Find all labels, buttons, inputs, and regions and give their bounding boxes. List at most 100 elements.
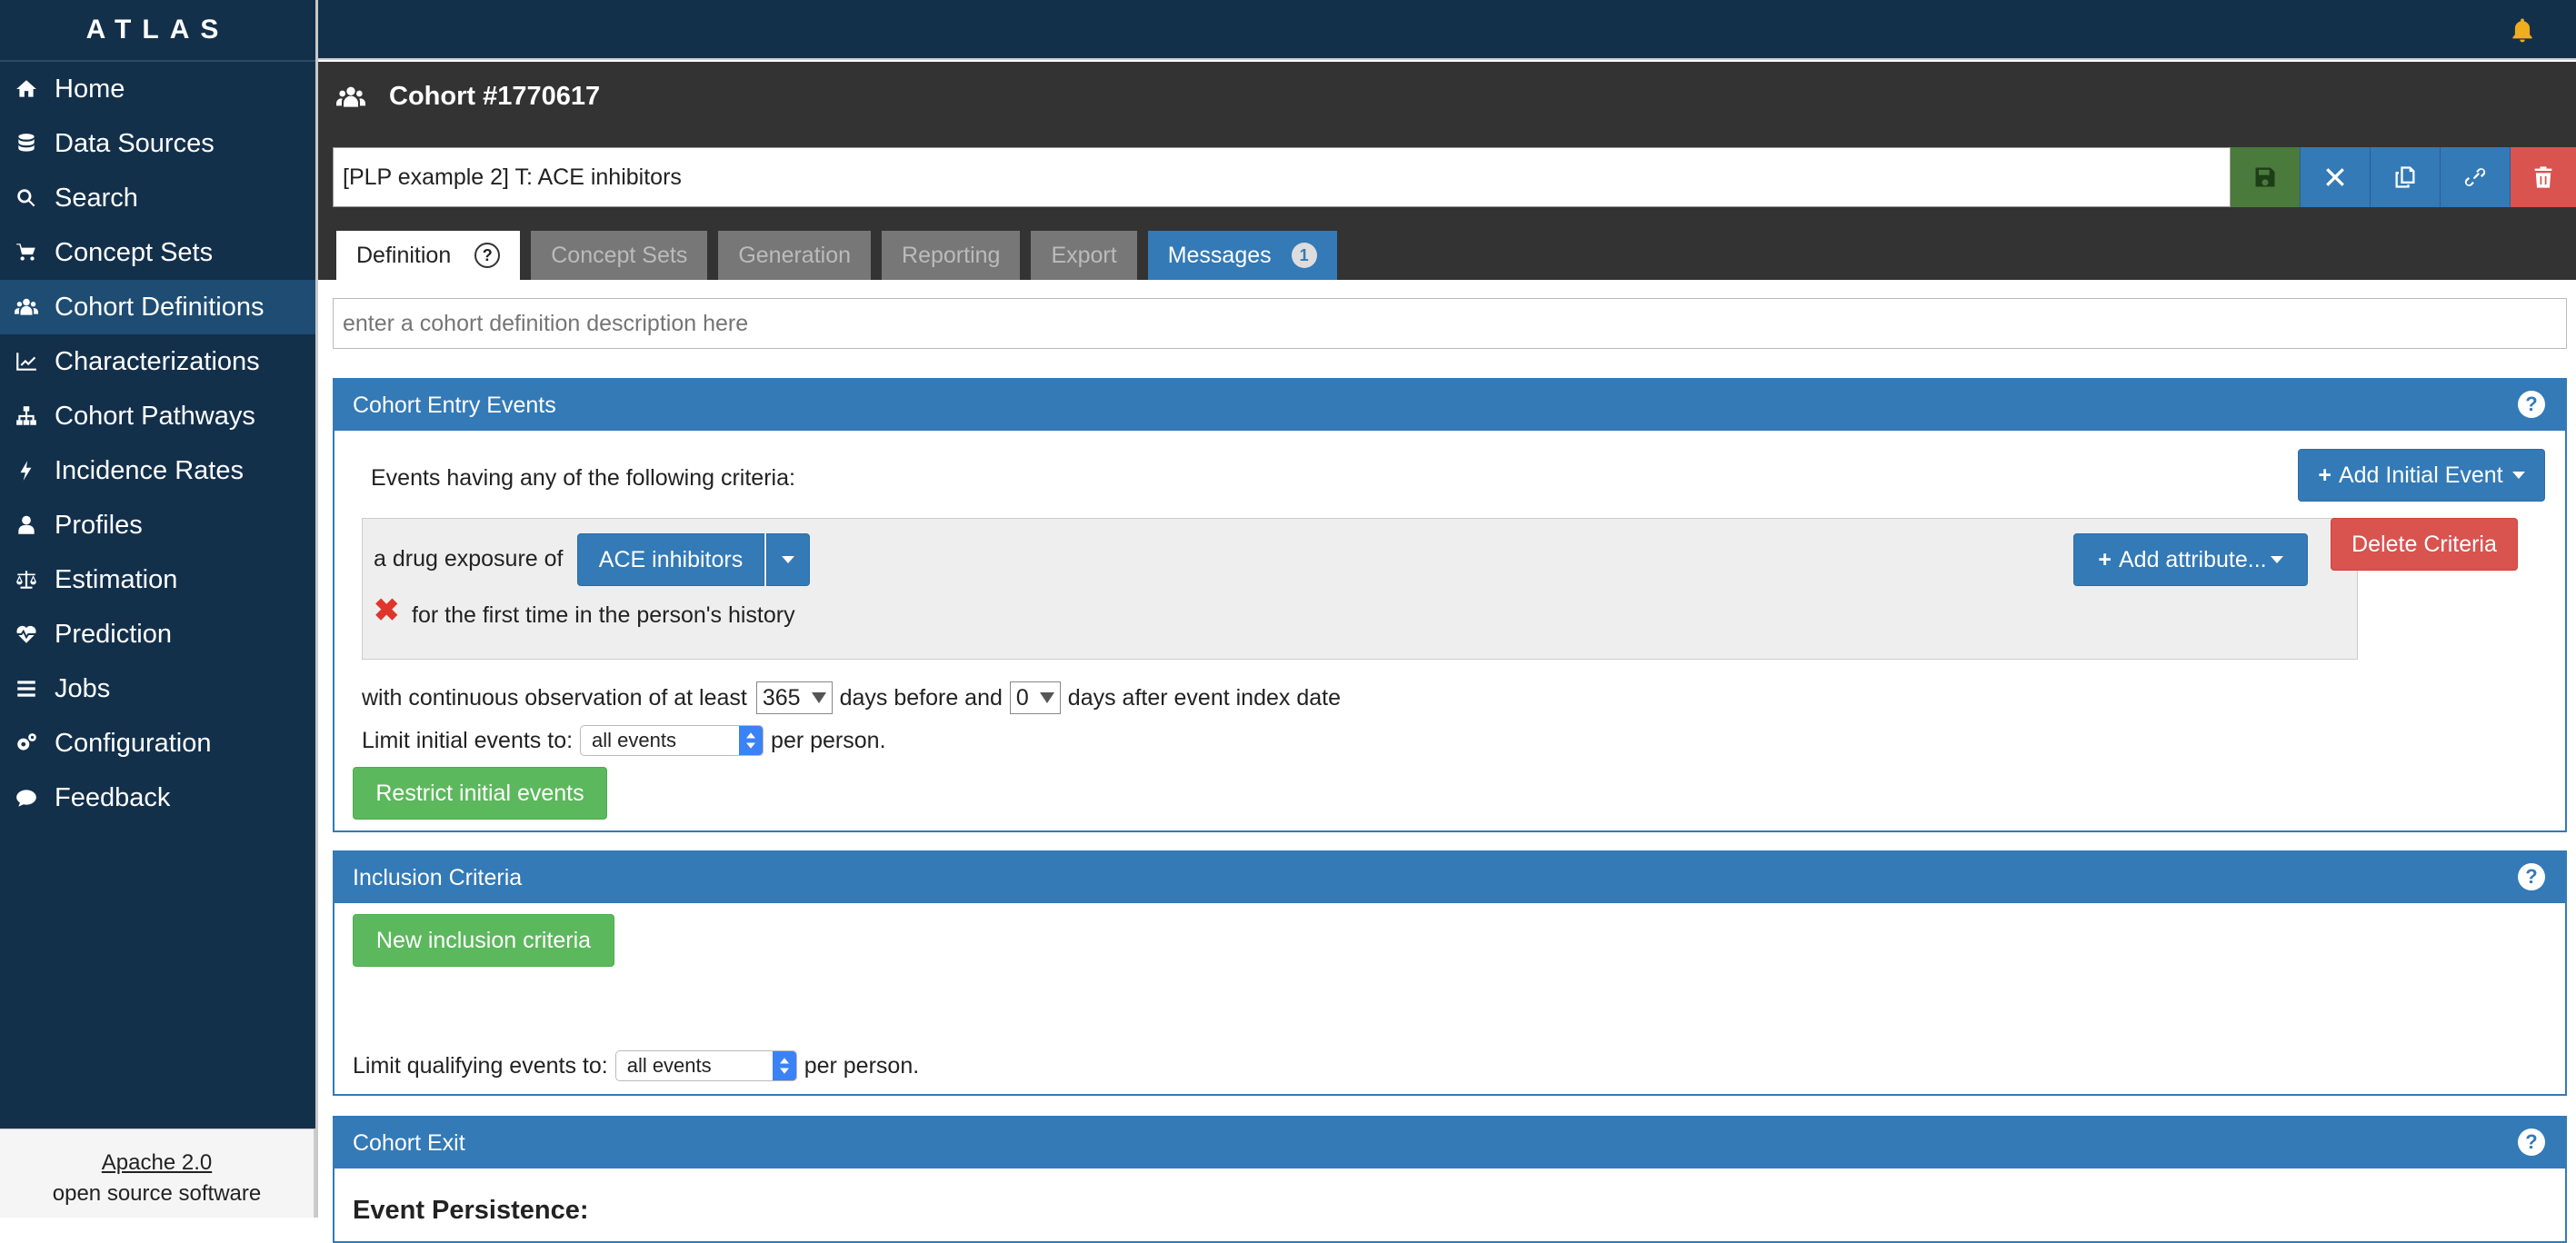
link-button[interactable] — [2441, 147, 2511, 207]
sidebar-item-configuration[interactable]: Configuration — [0, 716, 315, 771]
sidebar-item-estimation[interactable]: Estimation — [0, 552, 315, 607]
observation-text-3: days after event index date — [1067, 684, 1341, 711]
cohort-toolbar — [2231, 147, 2576, 207]
sidebar-item-home[interactable]: Home — [0, 62, 315, 116]
sidebar-item-incidence-rates[interactable]: Incidence Rates — [0, 443, 315, 498]
cohort-name-input[interactable] — [333, 147, 2231, 207]
sidebar-item-label: Search — [55, 183, 138, 213]
bell-icon[interactable] — [2509, 16, 2536, 44]
tab-label: Definition — [356, 242, 452, 268]
line-chart-icon — [13, 348, 40, 375]
sidebar-item-label: Cohort Pathways — [55, 401, 255, 431]
tab-label: Messages — [1167, 242, 1272, 268]
cohort-entry-events-panel: Cohort Entry Events ? Events having any … — [333, 378, 2567, 832]
tab-messages[interactable]: Messages 1 — [1147, 231, 1337, 280]
tab-export[interactable]: Export — [1031, 231, 1137, 280]
help-icon[interactable]: ? — [2518, 863, 2545, 890]
sidebar-item-label: Incidence Rates — [55, 455, 244, 485]
event-persistence-heading: Event Persistence: — [353, 1196, 589, 1225]
criteria-modifier: for the first time in the person's histo… — [412, 602, 795, 628]
page-title-text: Cohort #1770617 — [389, 82, 601, 111]
copy-button[interactable] — [2371, 147, 2441, 207]
sidebar-item-label: Feedback — [55, 782, 171, 812]
close-icon — [2326, 168, 2344, 186]
limit-initial-events-row: Limit initial events to: all events per … — [362, 725, 886, 756]
tab-label: Generation — [738, 242, 852, 268]
cohort-exit-panel: Cohort Exit ? Event Persistence: — [333, 1116, 2567, 1243]
bolt-icon — [13, 457, 40, 484]
select-value: 365 — [762, 684, 801, 711]
tab-generation[interactable]: Generation — [718, 231, 872, 280]
restrict-initial-events-button[interactable]: Restrict initial events — [353, 767, 607, 820]
remove-modifier-icon[interactable]: ✖ — [374, 595, 400, 626]
button-label: Add attribute... — [2119, 546, 2267, 572]
copy-icon — [2395, 166, 2415, 188]
sidebar-item-cohort-pathways[interactable]: Cohort Pathways — [0, 389, 315, 443]
save-icon — [2255, 167, 2275, 187]
heartbeat-icon — [13, 621, 40, 648]
users-icon — [336, 86, 365, 107]
delete-criteria-button[interactable]: Delete Criteria — [2331, 518, 2518, 571]
sidebar-item-label: Configuration — [55, 728, 212, 758]
balance-scale-icon — [13, 566, 40, 593]
sidebar-item-data-sources[interactable]: Data Sources — [0, 116, 315, 171]
sidebar-item-search[interactable]: Search — [0, 171, 315, 225]
cohort-tabs: Definition ? Concept Sets Generation Rep… — [336, 231, 1348, 280]
caret-down-icon — [782, 556, 794, 563]
sidebar-item-prediction[interactable]: Prediction — [0, 607, 315, 661]
users-icon — [13, 293, 40, 321]
sidebar-item-jobs[interactable]: Jobs — [0, 661, 315, 716]
caret-down-icon — [2270, 556, 2283, 563]
add-attribute-button[interactable]: + Add attribute... — [2073, 533, 2308, 586]
concept-set-button[interactable]: ACE inhibitors — [577, 533, 764, 586]
description-input[interactable] — [333, 298, 2567, 349]
messages-count-badge: 1 — [1291, 243, 1317, 268]
sidebar-item-feedback[interactable]: Feedback — [0, 771, 315, 825]
limit-qualifying-events-select[interactable]: all events — [614, 1050, 797, 1081]
limit-label: Limit qualifying events to: — [353, 1052, 608, 1079]
save-button[interactable] — [2231, 147, 2301, 207]
panel-header: Cohort Entry Events ? — [334, 380, 2565, 431]
select-value: 0 — [1015, 684, 1029, 711]
sidebar-item-profiles[interactable]: Profiles — [0, 498, 315, 552]
sidebar-item-cohort-definitions[interactable]: Cohort Definitions — [0, 280, 315, 334]
sidebar-item-label: Concept Sets — [55, 237, 214, 267]
tab-definition[interactable]: Definition ? — [336, 231, 521, 280]
panel-title: Inclusion Criteria — [353, 864, 523, 890]
link-icon — [2464, 168, 2486, 186]
database-icon — [13, 130, 40, 157]
add-initial-event-button[interactable]: + Add Initial Event — [2298, 449, 2545, 502]
criteria-box: a drug exposure of ACE inhibitors ✖ for … — [362, 518, 2358, 660]
new-inclusion-criteria-button[interactable]: New inclusion criteria — [353, 914, 614, 967]
post-days-select[interactable]: 0 — [1009, 681, 1061, 714]
caret-down-icon — [2511, 472, 2525, 479]
panel-header: Inclusion Criteria ? — [334, 852, 2565, 903]
help-icon[interactable]: ? — [2518, 1129, 2545, 1156]
sidebar-item-label: Cohort Definitions — [55, 292, 265, 322]
delete-button[interactable] — [2511, 147, 2576, 207]
tab-label: Concept Sets — [551, 242, 688, 268]
caret-down-icon — [1039, 692, 1054, 703]
tab-concept-sets[interactable]: Concept Sets — [531, 231, 708, 280]
help-icon[interactable]: ? — [2518, 391, 2545, 418]
select-value: all events — [592, 729, 676, 751]
sidebar-nav: Home Data Sources Search Concept Sets Co… — [0, 62, 315, 825]
sidebar-item-concept-sets[interactable]: Concept Sets — [0, 225, 315, 280]
question-circle-icon[interactable]: ? — [474, 243, 501, 268]
button-label: Add Initial Event — [2338, 462, 2503, 488]
license-link[interactable]: Apache 2.0 — [102, 1150, 212, 1175]
sidebar-item-characterizations[interactable]: Characterizations — [0, 334, 315, 389]
limit-initial-events-select[interactable]: all events — [580, 725, 764, 756]
sitemap-icon — [13, 403, 40, 430]
tab-label: Reporting — [902, 242, 1001, 268]
concept-set-dropdown[interactable] — [766, 533, 810, 586]
tab-reporting[interactable]: Reporting — [882, 231, 1021, 280]
observation-window-row: with continuous observation of at least … — [362, 681, 1341, 714]
prior-days-select[interactable]: 365 — [755, 681, 833, 714]
list-icon — [13, 675, 40, 702]
close-button[interactable] — [2301, 147, 2371, 207]
app-brand[interactable]: ATLAS — [0, 0, 315, 62]
panel-title: Cohort Entry Events — [353, 392, 556, 418]
search-icon — [13, 184, 40, 212]
page-title: Cohort #1770617 — [336, 82, 600, 112]
